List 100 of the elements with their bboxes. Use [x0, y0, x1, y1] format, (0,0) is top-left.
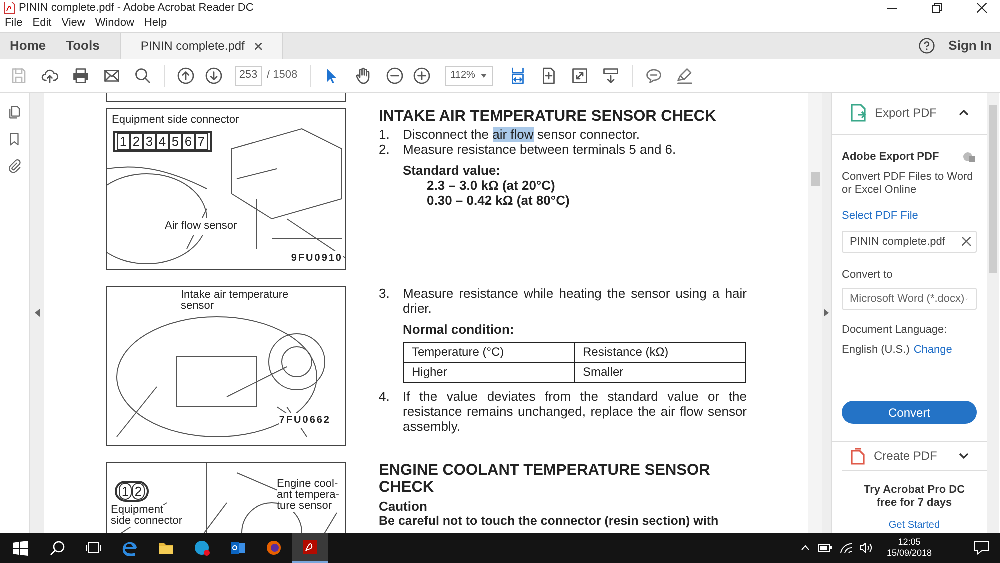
bookmark-icon[interactable]: [7, 132, 22, 147]
restore-icon[interactable]: [932, 3, 942, 13]
tab[interactable]: PININ complete.pdf: [120, 33, 283, 59]
mail-app-icon: [230, 540, 246, 556]
chevron-icon[interactable]: [959, 453, 969, 460]
callout-label: Air flow sensor: [165, 218, 238, 234]
search-icon[interactable]: [134, 66, 152, 84]
clock-date[interactable]: 15/09/2018: [886, 548, 932, 559]
volume-icon[interactable]: [860, 543, 873, 553]
zoom-in-icon[interactable]: [412, 66, 431, 84]
pages-icon[interactable]: [7, 105, 22, 120]
collapse-right-icon[interactable]: [824, 309, 829, 317]
menu-item[interactable]: Window: [95, 15, 134, 32]
scrollbar-thumb[interactable]: [989, 105, 997, 273]
tab[interactable]: Tools: [56, 33, 110, 59]
sign-in-link[interactable]: Sign In: [948, 36, 992, 56]
callout-label: Engine cool- ant tempera- ture sensor: [277, 479, 340, 512]
full-screen-icon[interactable]: [570, 66, 589, 84]
expand-left-icon[interactable]: [34, 309, 40, 317]
step-number: 1.: [379, 127, 391, 142]
fox-browser-icon: [266, 540, 282, 556]
start-icon[interactable]: [12, 540, 28, 556]
pin-number: 5: [169, 133, 182, 150]
scroll-icon[interactable]: [602, 66, 620, 84]
select-file-link[interactable]: Select PDF File: [842, 208, 977, 225]
printer-icon[interactable]: [72, 66, 90, 84]
highlighter-icon[interactable]: [676, 66, 694, 84]
field-label: Document Language:: [842, 323, 948, 338]
section-title: Adobe Export PDF: [842, 150, 940, 165]
callout-label: Equipment side connector: [112, 112, 240, 128]
language-value: English (U.S.): [842, 342, 910, 358]
pin-number: 3: [143, 133, 156, 150]
folder-icon: [158, 540, 174, 556]
panel-title: Create PDF: [874, 448, 938, 466]
condition-label: Standard value:: [403, 163, 502, 178]
step-number: 2.: [379, 142, 391, 157]
step-text: Measure resistance while heating the sensor using a hair drier.: [403, 286, 747, 316]
menu-item[interactable]: View: [62, 15, 86, 32]
notification-icon[interactable]: [974, 541, 990, 555]
page-count: / 1508: [267, 68, 298, 84]
get-started-link[interactable]: Get Started: [888, 518, 940, 533]
browser-icon: [122, 540, 138, 556]
chevron-up-icon[interactable]: [800, 545, 810, 551]
scrollbar-thumb[interactable]: [811, 172, 820, 186]
section-heading: INTAKE AIR TEMPERATURE SENSOR CHECK: [379, 108, 718, 125]
panel-title: Export PDF: [875, 105, 938, 122]
caution-text: Be careful not to touch the connector (resin section) with: [379, 514, 720, 528]
pin-number: 1: [119, 483, 132, 500]
create-pdf-header[interactable]: Create PDF: [832, 441, 987, 470]
step-text: If the value deviates from the standard value or the resistance remains unchanged, replace the air flow sensor assembly.: [403, 389, 747, 434]
step-text: Disconnect the air flow sensor connector.: [403, 127, 640, 142]
page-number-field[interactable]: 253: [235, 66, 262, 86]
change-link[interactable]: Change: [914, 342, 952, 358]
arrow-down-icon[interactable]: [205, 66, 223, 84]
table-cell: Temperature (°C): [404, 342, 574, 362]
chevron-icon[interactable]: [959, 110, 969, 116]
clear-icon[interactable]: [962, 237, 971, 246]
pin-number: 4: [156, 133, 169, 150]
table-cell: Resistance (kΩ): [574, 342, 746, 362]
search-icon: [50, 540, 66, 556]
comment-icon[interactable]: [644, 66, 663, 84]
export-file-icon: [851, 104, 867, 122]
step-text: Measure resistance between terminals 5 and 6.: [403, 142, 676, 157]
promo-text: Try Acrobat Pro DC free for 7 days: [862, 484, 966, 510]
chat-app-icon: [194, 540, 210, 556]
pin-number: 2: [130, 133, 143, 150]
table-cell: Smaller: [574, 362, 746, 382]
zoom-out-icon[interactable]: [386, 66, 404, 84]
close-icon[interactable]: [977, 3, 987, 13]
menu-item[interactable]: Edit: [32, 15, 52, 32]
pin-number: 2: [132, 483, 145, 500]
standard-value: 0.30 – 0.42 kΩ (at 80°C): [427, 193, 571, 208]
menu-item[interactable]: Help: [144, 15, 168, 32]
battery-icon[interactable]: [818, 544, 832, 552]
task-view-icon: [86, 540, 102, 556]
arrow-up-icon[interactable]: [177, 66, 195, 84]
clock-time[interactable]: 12:05: [898, 537, 921, 548]
create-file-icon: [851, 448, 866, 465]
paperclip-icon[interactable]: [7, 159, 22, 174]
callout-label: Intake air temperature sensor: [181, 290, 289, 312]
tab[interactable]: Home: [0, 33, 56, 59]
menu-item[interactable]: File: [5, 15, 23, 32]
callout-label: Equipment side connector: [111, 505, 183, 527]
format-dropdown[interactable]: Microsoft Word (*.docx): [842, 288, 977, 310]
hand-icon[interactable]: [354, 66, 372, 84]
zoom-dropdown[interactable]: 112%: [444, 66, 493, 86]
cloud-icon: [963, 152, 975, 162]
convert-button[interactable]: Convert: [842, 401, 977, 424]
pin-number: 1: [117, 133, 130, 150]
description: Convert PDF Files to Word or Excel Online: [842, 171, 974, 198]
pin-number: 6: [182, 133, 195, 150]
standard-value: 2.3 – 3.0 kΩ (at 20°C): [427, 178, 556, 193]
field-label: Convert to: [842, 268, 894, 283]
condition-label: Caution: [379, 500, 428, 514]
close-tab-icon[interactable]: [254, 42, 262, 50]
step-number: 3.: [379, 286, 391, 303]
help-icon[interactable]: [918, 38, 935, 54]
step-number: 4.: [379, 389, 391, 406]
wifi-icon[interactable]: [840, 543, 852, 553]
file-field[interactable]: PININ complete.pdf: [842, 230, 977, 253]
